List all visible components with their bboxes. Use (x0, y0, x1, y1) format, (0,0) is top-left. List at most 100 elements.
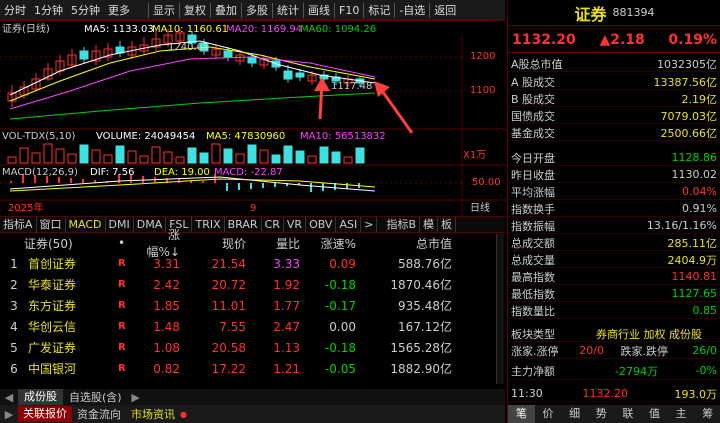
indicator-tab-b[interactable]: 指标B (383, 217, 420, 232)
indicator-tab-dmi[interactable]: DMI (106, 217, 134, 232)
price-tick-1100: 1100 (470, 85, 496, 96)
tab-linked[interactable]: 联 (615, 405, 642, 423)
header-security[interactable]: 证券(50) (0, 235, 118, 252)
index-code: 881394 (612, 6, 655, 19)
overlay-button[interactable]: 叠加 (211, 1, 241, 20)
speed: -0.17 (324, 298, 356, 313)
indicator-tab-macd[interactable]: MACD (66, 217, 106, 232)
stock-name[interactable]: 中国银河 (28, 360, 118, 377)
table-row[interactable]: 6 中国银河 R 0.82 17.22 1.21 -0.05 1882.90亿 (0, 358, 505, 379)
back-button[interactable]: 返回 (430, 1, 460, 20)
table-row[interactable]: 4 华创云信 R 1.48 7.55 2.47 0.00 167.12亿 (0, 316, 505, 337)
stock-name[interactable]: 广发证券 (28, 339, 118, 356)
header-speed[interactable]: 涨速% (300, 235, 356, 252)
tab-detail[interactable]: 细 (561, 405, 588, 423)
indicator-tab-brar[interactable]: BRAR (225, 217, 262, 232)
header-price[interactable]: 现价 (180, 235, 246, 252)
market-news-button[interactable]: 市场资讯 (126, 406, 180, 422)
indicator-tab-cr[interactable]: CR (262, 217, 284, 232)
volume-bar (331, 151, 341, 164)
more-button[interactable]: 更多 (104, 1, 134, 20)
5min-button[interactable]: 5分钟 (67, 1, 104, 20)
indicator-tab-vr[interactable]: VR (284, 217, 307, 232)
header-volume-ratio[interactable]: 量比 (246, 235, 300, 252)
quote-stat-row: 总成交额 285.11亿 (508, 235, 720, 251)
tab-value[interactable]: 值 (641, 405, 668, 423)
row-index: 1 (10, 256, 18, 271)
volume-bar (127, 150, 137, 164)
tab-scroll-left-icon[interactable]: ◀ (0, 391, 18, 404)
intraday-button[interactable]: 分时 (0, 1, 30, 20)
macd-bar (274, 183, 276, 187)
board-button[interactable]: 板 (438, 217, 456, 232)
candle-body (223, 50, 233, 58)
quote-stat-row: 总成交量 2404.9万 (508, 252, 720, 268)
margin-flag: R (118, 363, 126, 374)
volume-bar (31, 152, 41, 164)
indicator-tab-window[interactable]: 窗口 (37, 217, 66, 232)
macd-dea-label: DEA: 19.00 (154, 167, 210, 178)
draw-line-button[interactable]: 画线 (304, 1, 334, 20)
price-change-pct: 0.19% (668, 31, 717, 48)
table-row[interactable]: 2 华泰证券 R 2.42 20.72 1.92 -0.18 1870.46亿 (0, 274, 505, 295)
kline-chart-area[interactable]: 证券(日线) MA5: 1133.03 MA10: 1160.61 MA20: … (0, 21, 505, 216)
quote-stat-row: 指数换手 0.91% (508, 201, 720, 217)
mark-button[interactable]: 标记 (364, 1, 394, 20)
table-row[interactable]: 3 东方证券 R 1.85 11.01 1.77 -0.17 935.48亿 (0, 295, 505, 316)
stock-name[interactable]: 东方证券 (28, 297, 118, 314)
tab-constituents[interactable]: 成份股 (18, 389, 63, 405)
indicator-tab-a[interactable]: 指标A (0, 217, 37, 232)
info-bar: ▶ 关联报价 资金流向 市场资讯 ● (0, 405, 505, 423)
volume-ratio: 1.77 (273, 298, 300, 313)
tab-scroll-right-icon[interactable]: ▶ (128, 391, 144, 404)
panel-toggle-icon[interactable]: ▶ (0, 408, 18, 421)
tab-chips[interactable]: 筹 (694, 405, 720, 423)
indicator-tab-trix[interactable]: TRIX (192, 217, 225, 232)
stock-name[interactable]: 华创云信 (28, 318, 118, 335)
volume-bar (223, 148, 233, 164)
speed: 0.00 (329, 319, 356, 334)
vol-ma10-label: MA10: 56513832 (300, 131, 386, 142)
quote-stat-value: 0.04% (682, 185, 717, 198)
period-label: 日线 (470, 203, 490, 214)
quote-stat-value: 1127.65 (671, 287, 718, 300)
tab-main[interactable]: 主 (668, 405, 695, 423)
fund-flow-button[interactable]: 资金流向 (72, 406, 126, 422)
indicator-tab-obv[interactable]: OBV (306, 217, 337, 232)
quote-stat-label: 最低指数 (511, 287, 555, 301)
template-button[interactable]: 模 (420, 217, 438, 232)
header-market-cap[interactable]: 总市值 (356, 235, 452, 252)
table-row[interactable]: 5 广发证券 R 1.08 20.58 1.13 -0.18 1565.28亿 (0, 337, 505, 358)
board-type-label: 板块类型 (511, 327, 555, 341)
indicator-tab-asi[interactable]: ASI (336, 217, 362, 232)
multi-stock-button[interactable]: 多股 (242, 1, 272, 20)
table-scrollbar[interactable] (496, 234, 504, 384)
stats-button[interactable]: 统计 (273, 1, 303, 20)
stock-name[interactable]: 华泰证券 (28, 276, 118, 293)
stock-name[interactable]: 首创证券 (28, 255, 118, 272)
table-row[interactable]: 1 首创证券 R 3.31 21.54 3.33 0.09 588.76亿 (0, 253, 505, 274)
display-button[interactable]: 显示 (149, 1, 179, 20)
quote-stat-value: 285.11亿 (667, 236, 718, 250)
volume-bar (343, 156, 353, 164)
speed: -0.18 (324, 340, 356, 355)
volume-bar (307, 155, 317, 164)
indicator-more-button[interactable]: > (361, 217, 378, 232)
kline-chart-svg (0, 29, 505, 216)
stock-table-header: 证券(50) • 涨幅%↓ 现价 量比 涨速% 总市值 (0, 228, 505, 259)
tab-watchlist[interactable]: 自选股(含) (63, 389, 128, 405)
adjust-button[interactable]: 复权 (180, 1, 210, 20)
volume-bar (235, 153, 245, 164)
tab-price[interactable]: 价 (535, 405, 562, 423)
tab-ticks[interactable]: 笔 (508, 405, 535, 423)
f10-button[interactable]: F10 (335, 1, 363, 20)
remove-watchlist-button[interactable]: -自选 (395, 1, 429, 20)
tab-trend[interactable]: 势 (588, 405, 615, 423)
volume-bar (91, 149, 101, 164)
1min-button[interactable]: 1分钟 (30, 1, 67, 20)
margin-flag: R (118, 321, 126, 332)
speed: -0.18 (324, 277, 356, 292)
index-name: 证券 (574, 4, 607, 24)
limit-down-label: 跌家.跌停 (620, 344, 669, 358)
related-quotes-button[interactable]: 关联报价 (18, 406, 72, 422)
